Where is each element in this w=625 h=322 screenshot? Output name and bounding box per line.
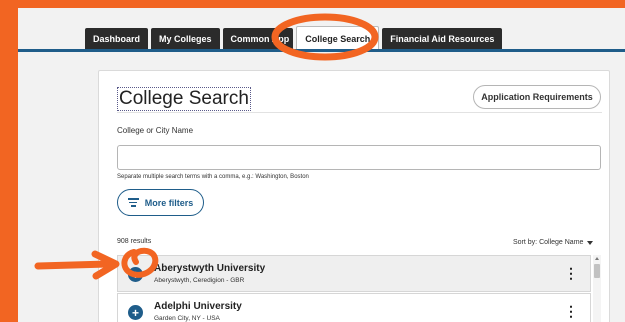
tab-common-app[interactable]: Common App bbox=[222, 28, 294, 50]
college-name[interactable]: Aberystwyth University bbox=[154, 263, 265, 274]
scroll-up-icon[interactable] bbox=[595, 257, 599, 260]
search-hint: Separate multiple search terms with a co… bbox=[117, 174, 309, 180]
more-options-icon[interactable]: ⋮ bbox=[564, 266, 578, 280]
college-location: Aberystwyth, Ceredigion - GBR bbox=[154, 277, 245, 284]
chevron-down-icon bbox=[587, 240, 594, 245]
scroll-thumb[interactable] bbox=[594, 264, 600, 278]
top-tabs: Dashboard My Colleges Common App College… bbox=[85, 26, 505, 50]
tab-financial-aid-resources[interactable]: Financial Aid Resources bbox=[382, 28, 503, 50]
tab-college-search[interactable]: College Search bbox=[296, 26, 380, 50]
list-item[interactable]: + Adelphi University Garden City, NY - U… bbox=[117, 293, 591, 322]
college-city-label: College or City Name bbox=[117, 126, 194, 135]
tab-underline bbox=[18, 49, 625, 52]
sort-dropdown[interactable]: Sort by: College Name bbox=[513, 239, 594, 246]
more-options-icon[interactable]: ⋮ bbox=[564, 304, 578, 318]
results-scrollbar[interactable] bbox=[593, 255, 601, 322]
page-title: College Search bbox=[117, 87, 251, 111]
add-college-icon[interactable]: + bbox=[128, 305, 143, 320]
application-requirements-button[interactable]: Application Requirements bbox=[473, 85, 601, 109]
sort-label: Sort by: College Name bbox=[513, 239, 584, 246]
college-search-panel: College Search Application Requirements … bbox=[98, 70, 610, 322]
more-filters-button[interactable]: More filters bbox=[117, 189, 204, 216]
title-divider bbox=[117, 112, 602, 113]
tab-my-colleges[interactable]: My Colleges bbox=[151, 28, 220, 50]
filter-lines-icon bbox=[127, 198, 139, 207]
college-city-input[interactable] bbox=[117, 145, 601, 170]
app-frame: Dashboard My Colleges Common App College… bbox=[18, 8, 625, 322]
add-college-icon[interactable]: + bbox=[128, 267, 143, 282]
results-list: + Aberystwyth University Aberystwyth, Ce… bbox=[117, 255, 601, 322]
tab-dashboard[interactable]: Dashboard bbox=[85, 28, 149, 50]
results-count: 908 results bbox=[117, 238, 152, 245]
list-item[interactable]: + Aberystwyth University Aberystwyth, Ce… bbox=[117, 255, 591, 292]
more-filters-label: More filters bbox=[144, 197, 194, 208]
college-location: Garden City, NY - USA bbox=[154, 315, 220, 322]
college-name[interactable]: Adelphi University bbox=[154, 301, 242, 312]
